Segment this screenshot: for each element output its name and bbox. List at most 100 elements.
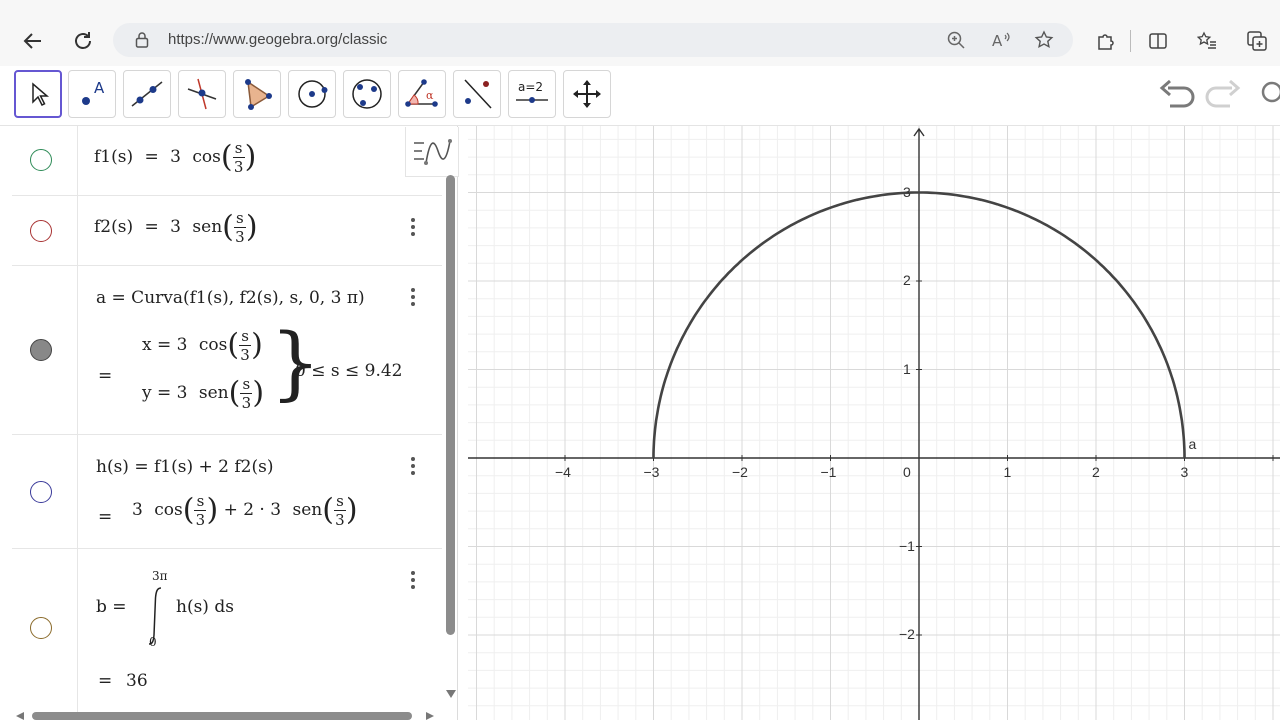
menu-button[interactable] <box>1260 80 1280 108</box>
marble-column <box>12 196 78 265</box>
arrow-left-icon <box>23 33 41 49</box>
angle-icon: α <box>405 79 438 107</box>
definition-h[interactable]: h(s) = f1(s) + 2 f2(s) <box>96 457 273 477</box>
tool-perpendicular[interactable] <box>178 70 226 118</box>
kebab-menu-icon[interactable] <box>408 571 418 589</box>
graph-canvas[interactable] <box>468 126 1280 720</box>
geogebra-toolbar: A α a=2 <box>0 66 1280 126</box>
marble-column <box>12 126 78 195</box>
line-icon <box>131 81 163 107</box>
back-button[interactable] <box>20 28 46 54</box>
algebra-row-f2[interactable]: f2(s) = 3 sen(s 3) <box>12 196 442 266</box>
tool-reflect[interactable] <box>453 70 501 118</box>
reflect-line-icon <box>464 79 492 109</box>
integrand: h(s) ds <box>176 597 234 617</box>
kebab-menu-icon[interactable] <box>408 288 418 306</box>
formula-f1[interactable]: f1(s) = 3 cos(s 3) <box>94 140 256 175</box>
svg-text:α: α <box>426 89 434 102</box>
search-icon <box>1261 81 1280 103</box>
x-tick-label: 1 <box>1003 464 1012 480</box>
move-graphics-icon <box>573 80 601 108</box>
favorite-star-icon[interactable] <box>1034 30 1054 50</box>
y-tick-label: −2 <box>899 626 915 642</box>
value-b: 36 <box>126 671 148 691</box>
equals-sign: = <box>98 507 113 527</box>
algebra-vertical-scrollbar[interactable] <box>446 175 455 635</box>
tool-circle-three-points[interactable] <box>343 70 391 118</box>
y-tick-label: 1 <box>903 360 911 377</box>
collections-button[interactable] <box>1246 30 1268 52</box>
visibility-toggle-h[interactable] <box>30 481 52 503</box>
x-tick-label: −1 <box>820 464 837 480</box>
marble-column <box>12 266 78 434</box>
value-h: 3 cos(s 3) + 2 · 3 sen(s 3) <box>132 492 358 529</box>
puzzle-icon <box>1098 34 1114 50</box>
point-icon: A <box>82 79 105 105</box>
algebra-row-h[interactable]: h(s) = f1(s) + 2 f2(s) = 3 cos(s 3) + 2 ·… <box>12 435 442 549</box>
y-tick-label: 3 <box>903 183 911 200</box>
svg-text:A: A <box>94 79 105 97</box>
split-screen-button[interactable] <box>1147 30 1169 52</box>
favorites-button[interactable] <box>1196 30 1218 52</box>
address-bar[interactable]: https://www.geogebra.org/classic A <box>113 23 1073 57</box>
svg-text:A: A <box>992 32 1003 50</box>
algebra-row-f1[interactable]: f1(s) = 3 cos(s 3) <box>12 126 442 196</box>
undo-icon <box>1159 79 1195 108</box>
reload-button[interactable] <box>70 28 96 54</box>
tool-line[interactable] <box>123 70 171 118</box>
kebab-menu-icon[interactable] <box>408 218 418 236</box>
visibility-toggle-f2[interactable] <box>30 220 52 242</box>
tool-angle[interactable]: α <box>398 70 446 118</box>
marble-column <box>12 435 78 548</box>
algebra-style-button[interactable] <box>405 127 459 177</box>
extensions-button[interactable] <box>1094 30 1116 52</box>
toolbar-divider <box>1130 30 1131 52</box>
integral-lhs: b = <box>96 597 127 617</box>
parametric-x-line: x = 3 cos(s 3) <box>142 327 263 364</box>
x-tick-label: −3 <box>643 464 660 480</box>
undo-button[interactable] <box>1158 78 1196 114</box>
tool-slider[interactable]: a=2 <box>508 70 556 118</box>
browser-toolbar: https://www.geogebra.org/classic A <box>0 0 1280 66</box>
visibility-toggle-f1[interactable] <box>30 149 52 171</box>
lock-icon <box>135 32 149 48</box>
circle-center-point-icon <box>298 80 328 108</box>
graphics-view[interactable]: −4 −3 −2 −1 0 1 2 3 3 2 1 −1 −2 a <box>468 126 1280 720</box>
tool-polygon[interactable] <box>233 70 281 118</box>
scroll-left-arrow-icon[interactable] <box>16 712 24 720</box>
scroll-down-arrow-icon[interactable] <box>446 690 456 698</box>
visibility-toggle-curve[interactable] <box>30 339 52 361</box>
algebra-row-b[interactable]: b = 3π 0 h(s) ds = 36 <box>12 549 442 720</box>
kebab-menu-icon[interactable] <box>408 457 418 475</box>
tool-move[interactable] <box>14 70 62 118</box>
y-tick-label: 2 <box>903 272 911 288</box>
polygon-icon <box>245 79 272 110</box>
parameter-range: 0 ≤ s ≤ 9.42 <box>295 361 403 381</box>
redo-button[interactable] <box>1204 78 1242 114</box>
visibility-toggle-b[interactable] <box>30 617 52 639</box>
integral-upper-bound: 3π <box>152 569 168 583</box>
parametric-y-line: y = 3 sen(s 3) <box>142 375 265 412</box>
tool-circle[interactable] <box>288 70 336 118</box>
definition-curve[interactable]: a = Curva(f1(s), f2(s), s, 0, 3 π) <box>96 288 365 308</box>
formula-f2[interactable]: f2(s) = 3 sen(s 3) <box>94 210 258 245</box>
x-tick-label: 2 <box>1092 464 1100 480</box>
url-text: https://www.geogebra.org/classic <box>168 31 388 48</box>
tool-move-graphics[interactable] <box>563 70 611 118</box>
equals-sign: = <box>98 366 113 386</box>
reload-icon <box>75 32 91 49</box>
scroll-right-arrow-icon[interactable] <box>426 712 434 720</box>
read-aloud-icon[interactable]: A <box>991 30 1011 50</box>
tool-point[interactable]: A <box>68 70 116 118</box>
algebra-view: f1(s) = 3 cos(s 3) f2(s) = 3 sen(s 3) a = … <box>12 126 458 720</box>
curve-label-a: a <box>1188 436 1197 452</box>
x-tick-label: 3 <box>1180 464 1189 480</box>
zoom-icon[interactable] <box>947 31 965 49</box>
integral-lower-bound: 0 <box>149 635 157 649</box>
circle-three-points-icon <box>352 79 382 109</box>
x-tick-label: −2 <box>732 464 748 480</box>
x-tick-label: −4 <box>555 464 571 480</box>
algebra-horizontal-scrollbar[interactable] <box>32 712 412 720</box>
algebra-row-curve[interactable]: a = Curva(f1(s), f2(s), s, 0, 3 π) = x =… <box>12 266 442 435</box>
x-tick-label: 0 <box>903 464 911 480</box>
